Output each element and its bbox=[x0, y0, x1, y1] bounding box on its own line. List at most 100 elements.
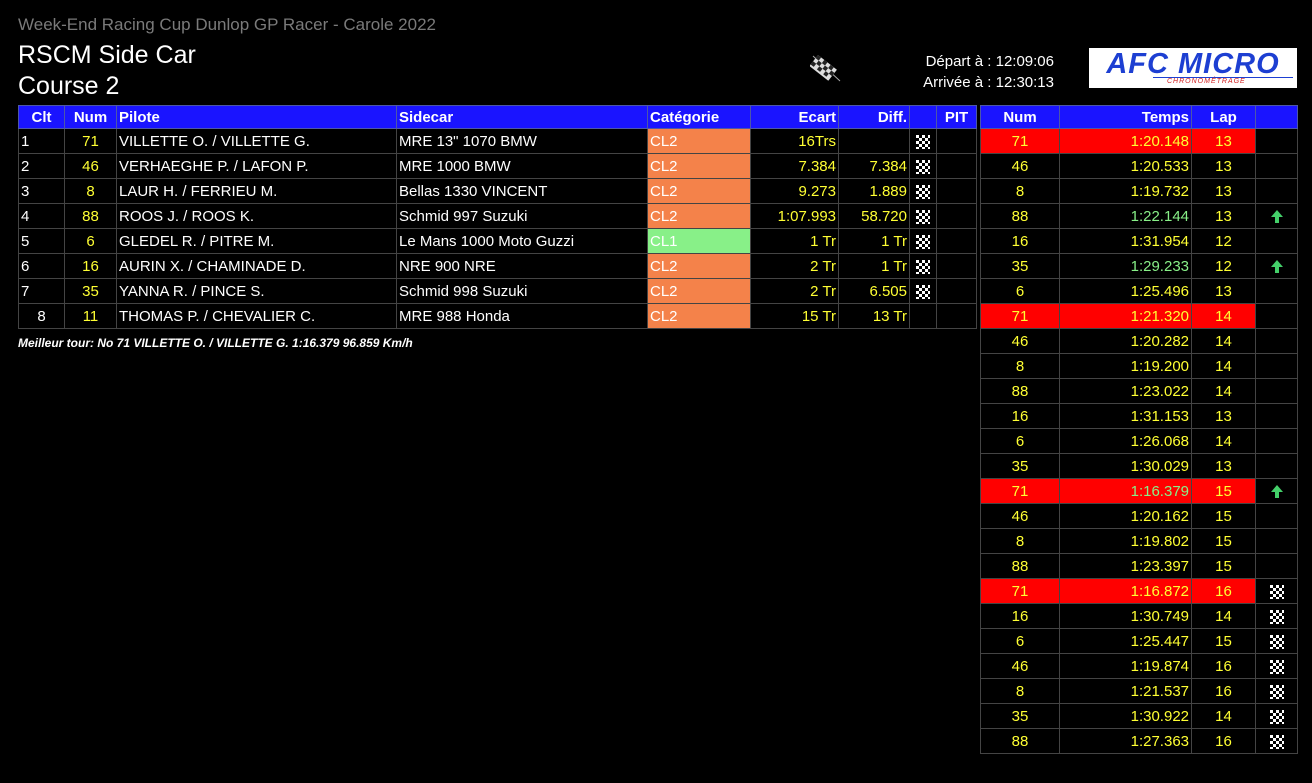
lap-time-cell: 1:20.148 bbox=[1059, 128, 1192, 154]
col-lap-num[interactable]: Num bbox=[980, 105, 1060, 129]
lap-number-cell: 16 bbox=[980, 403, 1060, 429]
lap-row[interactable]: 46 1:20.162 15 bbox=[980, 503, 1298, 529]
arrow-up-icon bbox=[1270, 259, 1283, 273]
lap-row[interactable]: 35 1:30.029 13 bbox=[980, 453, 1298, 479]
lap-time-cell: 1:19.874 bbox=[1059, 653, 1192, 679]
lap-number-cell: 16 bbox=[980, 603, 1060, 629]
number-cell: 88 bbox=[64, 203, 117, 229]
logo-subtext: CHRONOMÉTRAGE bbox=[1167, 78, 1246, 85]
lap-row[interactable]: 35 1:30.922 14 bbox=[980, 703, 1298, 729]
lap-number-cell: 71 bbox=[980, 478, 1060, 504]
col-diff[interactable]: Diff. bbox=[838, 105, 910, 129]
col-lap[interactable]: Lap bbox=[1191, 105, 1256, 129]
pilot-cell: VILLETTE O. / VILLETTE G. bbox=[116, 128, 397, 154]
lap-number-cell: 88 bbox=[980, 378, 1060, 404]
col-lap-mark bbox=[1255, 105, 1298, 129]
gap-cell: 1:07.993 bbox=[750, 203, 839, 229]
results-row[interactable]: 3 8 LAUR H. / FERRIEU M. Bellas 1330 VINCEN… bbox=[18, 178, 977, 204]
lap-row[interactable]: 8 1:21.537 16 bbox=[980, 678, 1298, 704]
lap-row[interactable]: 46 1:20.282 14 bbox=[980, 328, 1298, 354]
checkered-flag-icon bbox=[916, 234, 930, 249]
lap-number-cell: 46 bbox=[980, 503, 1060, 529]
lap-time-cell: 1:20.282 bbox=[1059, 328, 1192, 354]
pit-cell bbox=[936, 228, 977, 254]
lap-row[interactable]: 88 1:23.022 14 bbox=[980, 378, 1298, 404]
lap-row[interactable]: 71 1:21.320 14 bbox=[980, 303, 1298, 329]
col-categorie[interactable]: Catégorie bbox=[647, 105, 751, 129]
results-row[interactable]: 8 11 THOMAS P. / CHEVALIER C. MRE 988 Honda… bbox=[18, 303, 977, 329]
lap-row[interactable]: 8 1:19.802 15 bbox=[980, 528, 1298, 554]
results-row[interactable]: 7 35 YANNA R. / PINCE S. Schmid 998 Suzuki C… bbox=[18, 278, 977, 304]
pilot-cell: AURIN X. / CHAMINADE D. bbox=[116, 253, 397, 279]
col-temps[interactable]: Temps bbox=[1059, 105, 1192, 129]
lap-row[interactable]: 88 1:22.144 13 bbox=[980, 203, 1298, 229]
position-cell: 6 bbox=[18, 253, 65, 279]
results-row[interactable]: 2 46 VERHAEGHE P. / LAFON P. MRE 1000 BMW CL… bbox=[18, 153, 977, 179]
results-row[interactable]: 6 16 AURIN X. / CHAMINADE D. NRE 900 NRE CL2… bbox=[18, 253, 977, 279]
lap-count-cell: 15 bbox=[1191, 628, 1256, 654]
arrow-up-icon bbox=[1270, 484, 1283, 498]
col-num[interactable]: Num bbox=[64, 105, 117, 129]
lap-mark-cell bbox=[1255, 378, 1298, 404]
race-class: RSCM Side Car bbox=[18, 41, 196, 69]
col-sidecar[interactable]: Sidecar bbox=[396, 105, 648, 129]
lap-row[interactable]: 35 1:29.233 12 bbox=[980, 253, 1298, 279]
number-cell: 6 bbox=[64, 228, 117, 254]
lap-row[interactable]: 88 1:23.397 15 bbox=[980, 553, 1298, 579]
lap-row[interactable]: 6 1:25.496 13 bbox=[980, 278, 1298, 304]
pit-cell bbox=[936, 128, 977, 154]
sidecar-cell: NRE 900 NRE bbox=[396, 253, 648, 279]
lap-mark-cell bbox=[1255, 428, 1298, 454]
results-row[interactable]: 4 88 ROOS J. / ROOS K. Schmid 997 Suzuki CL2… bbox=[18, 203, 977, 229]
lap-time-cell: 1:19.732 bbox=[1059, 178, 1192, 204]
lap-time-cell: 1:26.068 bbox=[1059, 428, 1192, 454]
lap-mark-cell bbox=[1255, 678, 1298, 704]
category-cell: CL2 bbox=[647, 153, 751, 179]
position-cell: 4 bbox=[18, 203, 65, 229]
lap-row[interactable]: 16 1:31.954 12 bbox=[980, 228, 1298, 254]
race-name: Course 2 bbox=[18, 72, 120, 100]
laps-header-row: Num Temps Lap bbox=[980, 105, 1298, 129]
pit-cell bbox=[936, 153, 977, 179]
lap-time-cell: 1:30.922 bbox=[1059, 703, 1192, 729]
lap-row[interactable]: 71 1:16.379 15 bbox=[980, 478, 1298, 504]
lap-row[interactable]: 6 1:25.447 15 bbox=[980, 628, 1298, 654]
lap-row[interactable]: 6 1:26.068 14 bbox=[980, 428, 1298, 454]
lap-row[interactable]: 16 1:31.153 13 bbox=[980, 403, 1298, 429]
best-lap-note: Meilleur tour: No 71 VILLETTE O. / VILLE… bbox=[18, 336, 413, 350]
lap-mark-cell bbox=[1255, 228, 1298, 254]
lap-count-cell: 13 bbox=[1191, 278, 1256, 304]
checkered-flag-icon bbox=[1269, 734, 1284, 749]
category-cell: CL2 bbox=[647, 303, 751, 329]
lap-row[interactable]: 46 1:19.874 16 bbox=[980, 653, 1298, 679]
col-clt[interactable]: Clt bbox=[18, 105, 65, 129]
sidecar-cell: Bellas 1330 VINCENT bbox=[396, 178, 648, 204]
col-pit[interactable]: PIT bbox=[936, 105, 977, 129]
col-ecart[interactable]: Ecart bbox=[750, 105, 839, 129]
lap-time-cell: 1:19.802 bbox=[1059, 528, 1192, 554]
lap-row[interactable]: 71 1:16.872 16 bbox=[980, 578, 1298, 604]
number-cell: 35 bbox=[64, 278, 117, 304]
lap-time-cell: 1:22.144 bbox=[1059, 203, 1192, 229]
lap-row[interactable]: 8 1:19.200 14 bbox=[980, 353, 1298, 379]
lap-row[interactable]: 88 1:27.363 16 bbox=[980, 728, 1298, 754]
lap-row[interactable]: 16 1:30.749 14 bbox=[980, 603, 1298, 629]
results-row[interactable]: 5 6 GLEDEL R. / PITRE M. Le Mans 1000 Moto … bbox=[18, 228, 977, 254]
pit-cell bbox=[936, 303, 977, 329]
lap-time-cell: 1:19.200 bbox=[1059, 353, 1192, 379]
number-cell: 16 bbox=[64, 253, 117, 279]
lap-number-cell: 46 bbox=[980, 153, 1060, 179]
arrivee-time: Arrivée à : 12:30:13 bbox=[923, 74, 1054, 91]
col-pilote[interactable]: Pilote bbox=[116, 105, 397, 129]
depart-time: Départ à : 12:09:06 bbox=[925, 53, 1054, 70]
lap-row[interactable]: 46 1:20.533 13 bbox=[980, 153, 1298, 179]
pit-cell bbox=[936, 203, 977, 229]
lap-row[interactable]: 8 1:19.732 13 bbox=[980, 178, 1298, 204]
flag-cell bbox=[909, 253, 937, 279]
results-row[interactable]: 1 71 VILLETTE O. / VILLETTE G. MRE 13" 1070… bbox=[18, 128, 977, 154]
checkered-flag-icon bbox=[1269, 659, 1284, 674]
lap-mark-cell bbox=[1255, 453, 1298, 479]
lap-row[interactable]: 71 1:20.148 13 bbox=[980, 128, 1298, 154]
diff-cell: 1 Tr bbox=[838, 253, 910, 279]
lap-mark-cell bbox=[1255, 278, 1298, 304]
